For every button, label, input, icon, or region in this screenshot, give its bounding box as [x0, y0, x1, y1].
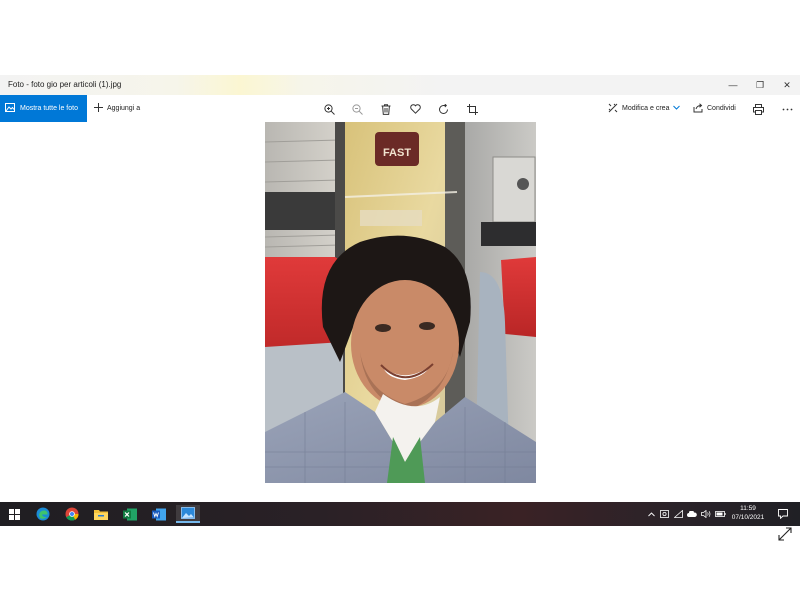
share-icon — [693, 102, 703, 115]
toolbar: Mostra tutte le foto Aggiungi a Modifica… — [0, 95, 800, 122]
window-title: Foto - foto gio per articoli (1).jpg — [8, 80, 122, 89]
add-to-button[interactable]: Aggiungi a — [94, 95, 140, 122]
svg-text:FAST: FAST — [383, 147, 411, 159]
chevron-up-icon[interactable] — [645, 511, 657, 517]
rotate-icon[interactable] — [436, 102, 450, 116]
minimize-button[interactable]: — — [726, 78, 740, 92]
edge-icon[interactable] — [34, 505, 52, 523]
cloud-icon[interactable] — [685, 511, 699, 517]
notification-icon[interactable] — [774, 505, 792, 523]
word-icon[interactable] — [150, 505, 168, 523]
crop-icon[interactable] — [465, 102, 479, 116]
heart-icon[interactable] — [408, 102, 422, 116]
share-button[interactable]: Condividi — [693, 95, 736, 122]
photos-app-icon[interactable] — [176, 505, 200, 523]
expand-fullscreen-icon[interactable] — [778, 527, 794, 543]
zoom-out-icon[interactable] — [350, 102, 364, 116]
desktop-screen: Foto - foto gio per articoli (1).jpg — ❐… — [0, 0, 800, 600]
system-clock[interactable]: 11:59 07/10/2021 — [726, 504, 770, 522]
show-all-photos-button[interactable]: Mostra tutte le foto — [0, 95, 87, 122]
clock-time: 11:59 — [740, 505, 756, 512]
volume-icon[interactable] — [699, 510, 713, 518]
chrome-icon[interactable] — [63, 505, 81, 523]
photos-app-window: Foto - foto gio per articoli (1).jpg — ❐… — [0, 75, 800, 541]
close-button[interactable]: ✕ — [780, 78, 794, 92]
taskbar: 11:59 07/10/2021 — [0, 502, 800, 526]
edit-create-button[interactable]: Modifica e crea — [608, 95, 681, 122]
system-tray — [645, 502, 727, 526]
plus-icon — [94, 103, 103, 114]
show-all-photos-label: Mostra tutte le foto — [20, 105, 78, 112]
title-bar[interactable]: Foto - foto gio per articoli (1).jpg — ❐… — [0, 75, 800, 95]
more-options-icon[interactable] — [780, 102, 794, 116]
edit-create-label: Modifica e crea — [622, 105, 670, 112]
edit-magic-icon — [608, 103, 618, 115]
chevron-down-icon — [673, 105, 681, 112]
excel-icon[interactable] — [121, 505, 139, 523]
add-to-label: Aggiungi a — [107, 105, 141, 112]
photo-gallery-icon — [5, 103, 15, 114]
photo-viewer: FAST — [0, 122, 800, 541]
webcam-icon[interactable] — [657, 510, 671, 518]
trash-icon[interactable] — [379, 102, 393, 116]
file-explorer-icon[interactable] — [92, 505, 110, 523]
clock-date: 07/10/2021 — [731, 514, 765, 521]
share-label: Condividi — [707, 105, 736, 112]
zoom-in-icon[interactable] — [322, 102, 336, 116]
print-icon[interactable] — [751, 102, 765, 116]
windows-start-icon[interactable] — [5, 505, 23, 523]
wifi-icon[interactable] — [671, 510, 685, 518]
restore-button[interactable]: ❐ — [753, 78, 767, 92]
battery-icon[interactable] — [713, 511, 727, 517]
photo-image[interactable]: FAST — [265, 122, 536, 483]
